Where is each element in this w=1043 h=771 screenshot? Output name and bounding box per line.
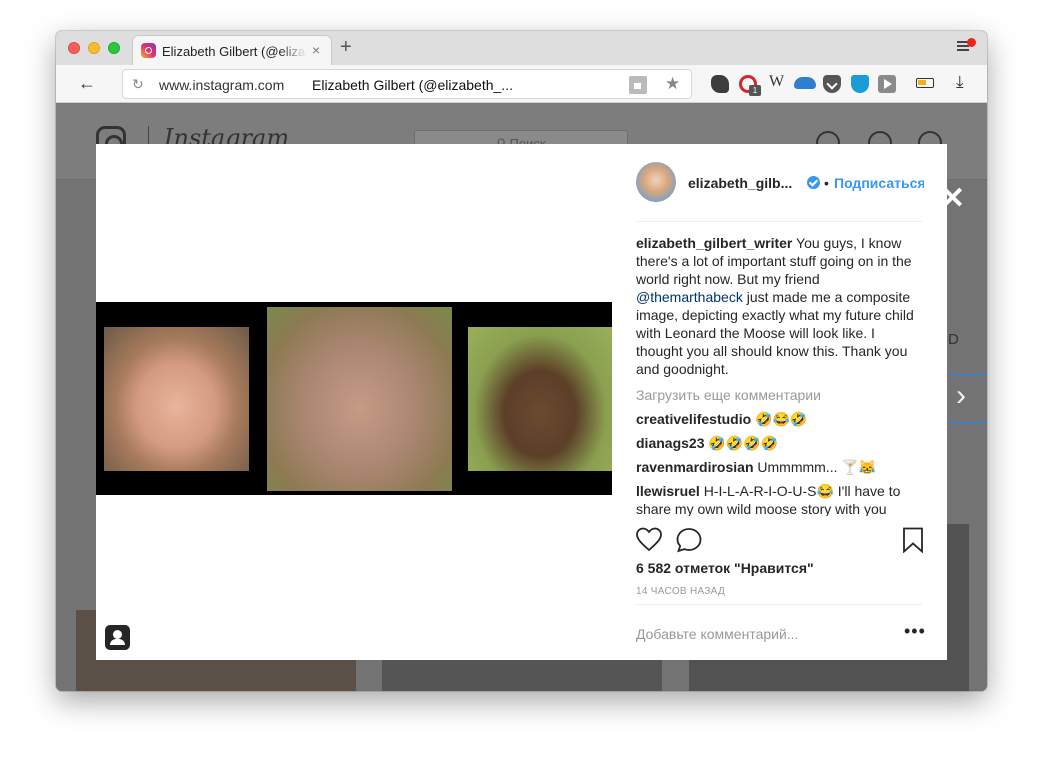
comment-username[interactable]: dianags23: [636, 435, 704, 451]
browser-menu-icon[interactable]: [957, 38, 976, 53]
list-item: dianags23 🤣🤣🤣🤣: [636, 434, 922, 452]
shield-extension-icon[interactable]: [851, 75, 869, 93]
wikipedia-extension-icon[interactable]: W: [769, 73, 787, 91]
chevron-right-icon[interactable]: ›: [956, 381, 966, 411]
divider: [636, 604, 922, 605]
next-post-button[interactable]: [948, 374, 987, 424]
address-toolbar: ← ↻ www.instagram.com Elizabeth Gilbert …: [56, 65, 987, 103]
back-button[interactable]: ←: [78, 73, 96, 94]
new-tab-button[interactable]: +: [340, 36, 352, 59]
battery-icon[interactable]: [916, 78, 934, 88]
post-media[interactable]: [96, 144, 612, 660]
comment-username[interactable]: ravenmardirosian: [636, 459, 754, 475]
post-sidebar: elizabeth_gilb... • Подписаться elizabet…: [636, 144, 925, 660]
tab-title: Elizabeth Gilbert (@elizabeth_gilbert_wr…: [162, 44, 307, 60]
caption-username[interactable]: elizabeth_gilbert_writer: [636, 235, 792, 251]
background-text-fragment: D: [948, 331, 959, 348]
follow-button[interactable]: Подписаться: [834, 175, 924, 191]
cloud-extension-icon[interactable]: [794, 77, 816, 89]
pocket-extension-icon[interactable]: [823, 75, 841, 93]
window-minimize-button[interactable]: [88, 42, 100, 54]
like-heart-icon[interactable]: [636, 527, 662, 553]
evernote-extension-icon[interactable]: [711, 75, 729, 93]
verified-badge-icon: [807, 176, 820, 189]
notification-dot-icon: [967, 38, 976, 47]
comment-username[interactable]: llewisruel: [636, 483, 700, 499]
reload-icon[interactable]: ↻: [132, 76, 144, 93]
window-maximize-button[interactable]: [108, 42, 120, 54]
blended-face-photo: [267, 307, 452, 491]
caption: elizabeth_gilbert_writer You guys, I kno…: [636, 234, 922, 378]
comment-bubble-icon[interactable]: [676, 527, 702, 553]
browser-tab[interactable]: Elizabeth Gilbert (@elizabeth_gilbert_wr…: [132, 35, 332, 65]
title-bar: Elizabeth Gilbert (@elizabeth_gilbert_wr…: [56, 31, 987, 65]
url-page-title: Elizabeth Gilbert (@elizabeth_...: [312, 77, 513, 93]
instagram-favicon-icon: [141, 43, 156, 58]
instagram-page: Instagram ⚲ Поиск ✕ D › elizab: [56, 104, 987, 691]
avatar[interactable]: [636, 162, 676, 202]
comment-text: Ummmmm... 🍸😹: [753, 459, 877, 475]
comment-text: 🤣🤣🤣🤣: [704, 435, 779, 451]
window-close-button[interactable]: [68, 42, 80, 54]
list-item: llewisruel H-I-L-A-R-I-O-U-S😂 I'll have …: [636, 482, 922, 516]
post-modal: elizabeth_gilb... • Подписаться elizabet…: [96, 144, 947, 660]
browser-window: Elizabeth Gilbert (@elizabeth_gilbert_wr…: [56, 31, 987, 691]
bookmark-star-icon[interactable]: ★: [665, 74, 680, 94]
more-options-icon[interactable]: •••: [904, 621, 926, 642]
extension-badge: 1: [749, 85, 761, 96]
woman-face-photo: [104, 327, 249, 471]
divider: [636, 221, 922, 222]
post-actions: [636, 527, 924, 557]
comment-username[interactable]: creativelifestudio: [636, 411, 751, 427]
mention-link[interactable]: @themarthabeck: [636, 289, 743, 305]
comments-list[interactable]: elizabeth_gilbert_writer You guys, I kno…: [636, 234, 922, 516]
post-timestamp[interactable]: 14 ЧАСОВ НАЗАД: [636, 586, 725, 597]
tagged-users-icon[interactable]: [105, 625, 130, 650]
url-domain: www.instagram.com: [159, 77, 285, 93]
add-comment-input[interactable]: Добавьте комментарий...: [636, 626, 798, 642]
address-bar[interactable]: ↻ www.instagram.com Elizabeth Gilbert (@…: [122, 69, 692, 99]
lock-icon[interactable]: [629, 76, 647, 94]
load-more-comments-button[interactable]: Загрузить еще комментарии: [636, 386, 922, 404]
composite-image: [96, 302, 612, 495]
play-extension-icon[interactable]: [878, 75, 896, 93]
list-item: ravenmardirosian Ummmmm... 🍸😹: [636, 458, 922, 476]
separator-dot: •: [824, 175, 829, 191]
tab-close-icon[interactable]: ×: [312, 42, 320, 58]
comment-text: 🤣😂🤣: [751, 411, 808, 427]
download-icon[interactable]: ⤓: [956, 72, 974, 91]
save-bookmark-icon[interactable]: [902, 527, 924, 553]
likes-count[interactable]: 6 582 отметок "Нравится": [636, 560, 814, 576]
author-username[interactable]: elizabeth_gilb...: [688, 175, 792, 191]
moose-face-photo: [468, 327, 612, 471]
list-item: creativelifestudio 🤣😂🤣: [636, 410, 922, 428]
